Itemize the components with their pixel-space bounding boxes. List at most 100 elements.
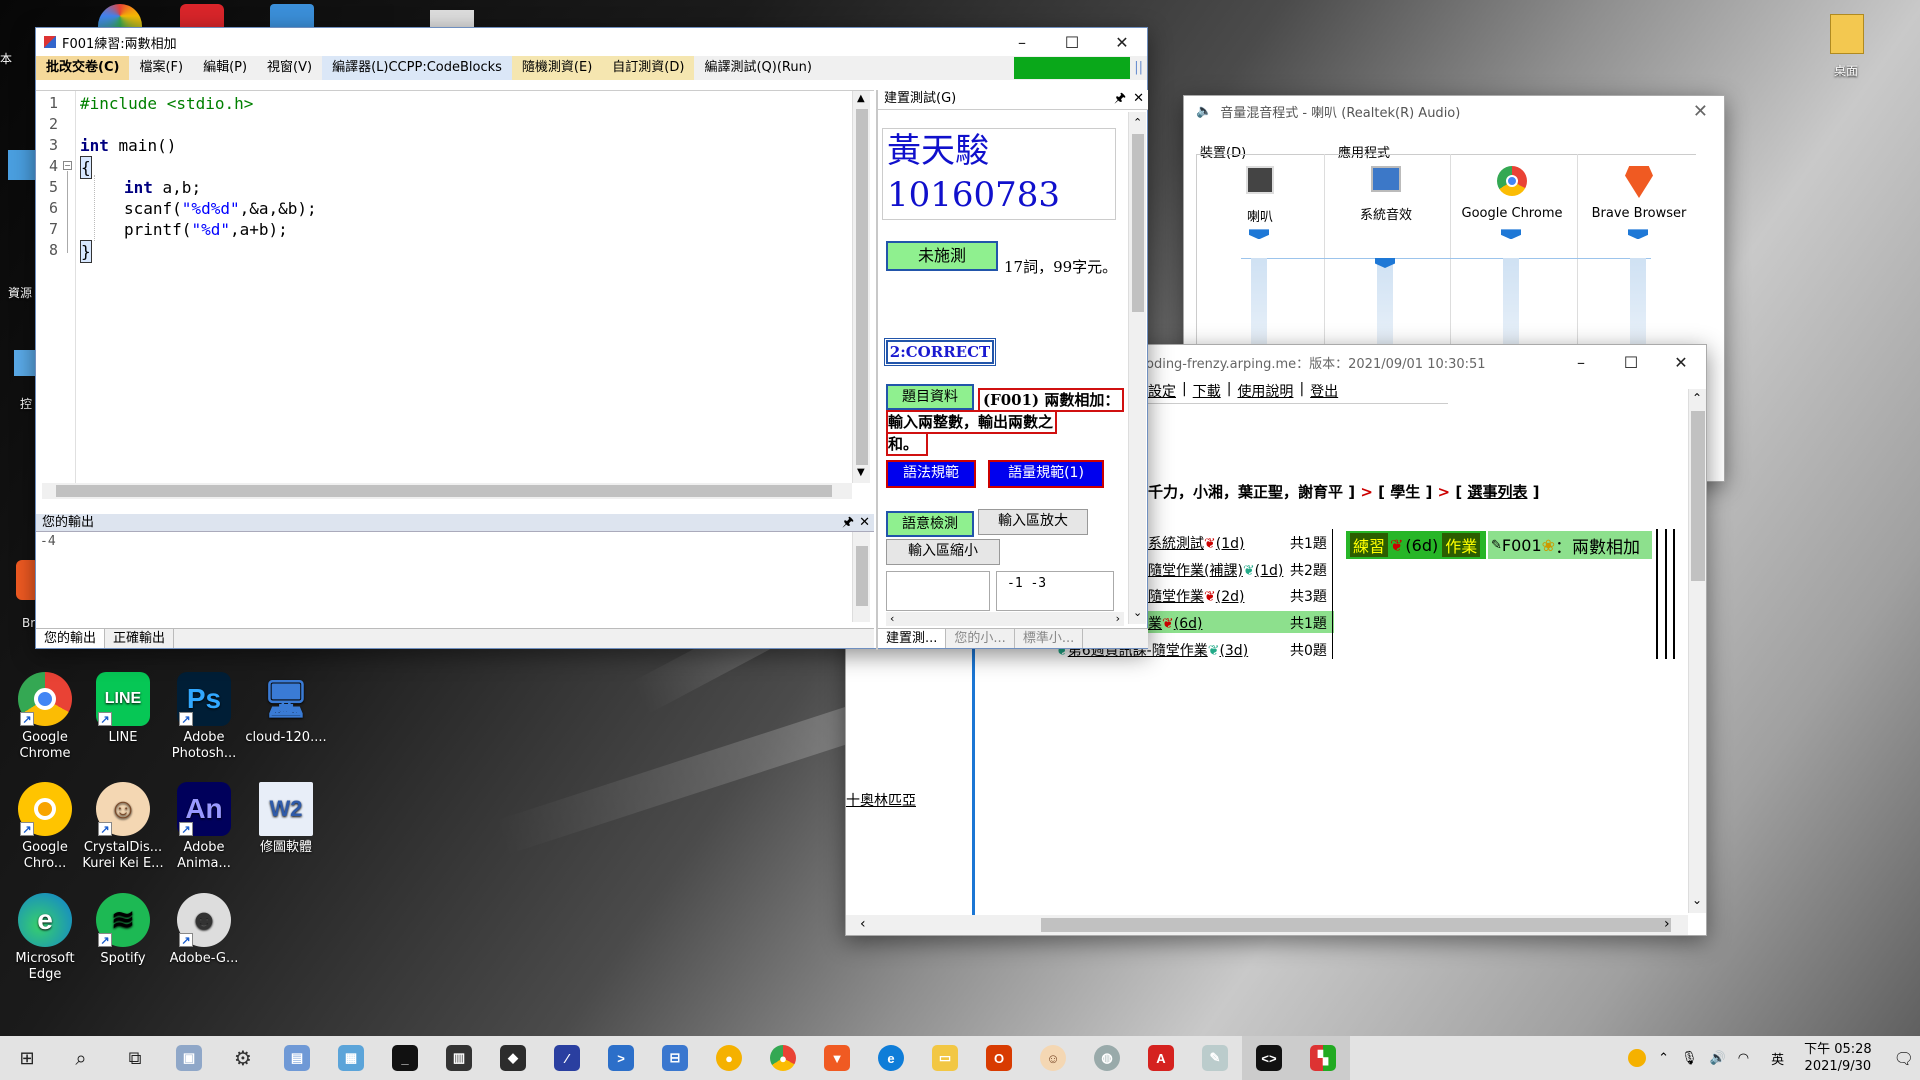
problem-cell[interactable]: ✎ F001 ❀ ：兩數相加	[1488, 531, 1652, 559]
folder-icon[interactable]	[1830, 14, 1864, 54]
fold-icon[interactable]: −	[63, 161, 72, 170]
course-row[interactable]: 隨堂作業(補課)❦(1d)	[1148, 560, 1283, 580]
volume-slider-track[interactable]	[1503, 258, 1519, 348]
taskbar-app[interactable]: ⊟	[648, 1036, 702, 1080]
taskbar-app[interactable]: ▣	[162, 1036, 216, 1080]
desktop-icon-line[interactable]: LINE ↗ LINE	[78, 672, 168, 746]
taskbar-app[interactable]: ◆	[486, 1036, 540, 1080]
practice-cell[interactable]: 練習 ❦ (6d) 作業	[1346, 531, 1486, 559]
menu-compile-run[interactable]: 編譯測試(Q)(Run)	[694, 56, 821, 80]
code-editor[interactable]: 1 2 3 4 5 6 7 8 − #include <stdio.h> int…	[36, 90, 874, 499]
top-app-icon[interactable]	[270, 4, 314, 28]
top-app-icon[interactable]	[430, 10, 474, 28]
editor-window[interactable]: F001練習:兩數相加 – ☐ ✕ 批改交卷(C) 檔案(F) 編輯(P) 視窗…	[35, 27, 1148, 650]
desktop-icon-photoshop[interactable]: Ps ↗ Adobe Photosh...	[159, 672, 249, 762]
mixer-column-brave[interactable]: Brave Browser	[1579, 166, 1699, 221]
taskbar-app[interactable]: O	[972, 1036, 1026, 1080]
start-button[interactable]: ⊞	[0, 1036, 54, 1080]
semantic-rules-button[interactable]: 語量規範(1)	[988, 460, 1104, 488]
editor-hscroll[interactable]	[42, 483, 852, 499]
desktop-icon-spotify[interactable]: ≋ ↗ Spotify	[78, 893, 168, 967]
taskbar-app[interactable]: e	[864, 1036, 918, 1080]
tab-correct-output[interactable]: 正確輸出	[105, 629, 175, 648]
top-app-icon[interactable]	[98, 4, 142, 28]
course-row[interactable]: 隨堂作業❦(2d)	[1148, 586, 1244, 606]
tab-standard-small[interactable]: 標準小...	[1015, 629, 1084, 648]
taskbar-app[interactable]: ●	[702, 1036, 756, 1080]
horizontal-scrollbar[interactable]: ‹ ›	[846, 915, 1688, 935]
taskbar-app[interactable]: ◍	[1080, 1036, 1134, 1080]
taskbar-app[interactable]: >	[594, 1036, 648, 1080]
close-icon[interactable]: ✕	[1656, 345, 1706, 379]
wifi-icon[interactable]: ◠	[1738, 1051, 1749, 1066]
editor-vscroll[interactable]: ▲ ▼	[852, 91, 870, 483]
input-enlarge-button[interactable]: 輸入區放大	[978, 509, 1088, 535]
taskbar-app[interactable]: A	[1134, 1036, 1188, 1080]
output-area[interactable]: -4	[36, 532, 874, 622]
taskbar-app[interactable]: ⚙	[216, 1036, 270, 1080]
desktop-icon-crystaldisk[interactable]: ☺ ↗ CrystalDis... Kurei Kei E...	[78, 782, 168, 872]
minimize-icon[interactable]: –	[997, 28, 1047, 56]
volume-slider-track[interactable]	[1377, 258, 1393, 348]
nav-link-settings[interactable]: 設定	[1148, 381, 1176, 401]
tray-app-icon[interactable]	[1628, 1049, 1647, 1067]
taskbar-app[interactable]: ●	[756, 1036, 810, 1080]
bottom-link[interactable]: 十奧林匹亞	[846, 790, 916, 810]
mixer-column-chrome[interactable]: Google Chrome	[1452, 166, 1572, 221]
course-row-active[interactable]: 業❦(6d)	[1148, 613, 1202, 633]
desktop-left-label[interactable]: 本	[0, 50, 40, 67]
nav-link-logout[interactable]: 登出	[1310, 381, 1338, 401]
vertical-scrollbar[interactable]: ⌃ ⌄	[1688, 389, 1706, 913]
volume-slider-track[interactable]	[1251, 258, 1267, 348]
menu-compiler[interactable]: 編譯器(L)CCPP:CodeBlocks	[322, 56, 512, 80]
desktop-icon-photo-editor[interactable]: W2 修圖軟體	[241, 782, 331, 856]
desktop-icon-chrome-canary[interactable]: ↗ Google Chro...	[0, 782, 90, 872]
course-row[interactable]: 系統測試❦(1d)	[1148, 533, 1244, 553]
desktop-icon-cloud[interactable]: 🖥 cloud-120....	[241, 672, 331, 746]
syntax-rules-button[interactable]: 語法規範	[886, 460, 976, 488]
close-icon[interactable]: ✕	[1097, 28, 1147, 56]
top-app-icon[interactable]	[180, 4, 224, 28]
nav-link-download[interactable]: 下載	[1193, 381, 1221, 401]
taskbar-app[interactable]: ▼	[810, 1036, 864, 1080]
chevron-up-icon[interactable]: ⌃	[1658, 1051, 1669, 1066]
ime-indicator[interactable]: 英	[1771, 1049, 1784, 1068]
taskbar-app[interactable]: _	[378, 1036, 432, 1080]
menu-edit[interactable]: 編輯(P)	[193, 56, 257, 80]
recycle-icon[interactable]	[8, 150, 38, 180]
pin-icon[interactable]: 🖈	[842, 514, 854, 532]
tab-build-test[interactable]: 建置測...	[878, 629, 947, 648]
search-button[interactable]: ⌕	[54, 1036, 108, 1080]
taskbar-app[interactable]: ⁄	[540, 1036, 594, 1080]
taskbar-app[interactable]: ▤	[270, 1036, 324, 1080]
task-view-button[interactable]: ⧉	[108, 1036, 162, 1080]
taskbar-app[interactable]: ▦	[324, 1036, 378, 1080]
close-icon[interactable]: ✕	[859, 514, 870, 532]
taskbar-app[interactable]: <>	[1242, 1036, 1296, 1080]
side-vscroll[interactable]: ⌃ ⌄	[1128, 112, 1146, 624]
menu-custom-data[interactable]: 自訂測資(D)	[602, 56, 695, 80]
tab-your-small[interactable]: 您的小...	[946, 629, 1015, 648]
close-icon[interactable]: ✕	[1133, 90, 1144, 108]
desktop-icon-animate[interactable]: An ↗ Adobe Anima...	[159, 782, 249, 872]
splitter[interactable]	[972, 645, 975, 915]
mixer-column-system-sounds[interactable]: 系統音效	[1326, 166, 1446, 223]
menu-random-data[interactable]: 隨機測資(E)	[511, 56, 603, 80]
menu-view[interactable]: 視窗(V)	[257, 56, 322, 80]
test-output-box[interactable]	[886, 571, 990, 611]
taskbar-app[interactable]: ☺	[1026, 1036, 1080, 1080]
problem-info-button[interactable]: 題目資料	[886, 384, 974, 410]
input-shrink-button[interactable]: 輸入區縮小	[886, 539, 1000, 565]
taskbar-app[interactable]: ✎	[1188, 1036, 1242, 1080]
side-hscroll[interactable]: ‹ ›	[886, 612, 1124, 626]
grammar-check-button[interactable]: 語意檢測	[886, 511, 974, 537]
maximize-icon[interactable]: ☐	[1047, 28, 1097, 56]
tab-your-output[interactable]: 您的輸出	[36, 629, 106, 648]
taskbar-app[interactable]: ▥	[432, 1036, 486, 1080]
close-icon[interactable]: ✕	[1693, 101, 1708, 122]
test-input-box[interactable]: -1 -3	[996, 571, 1114, 611]
menu-file[interactable]: 檔案(F)	[129, 56, 193, 80]
maximize-icon[interactable]: ☐	[1606, 345, 1656, 379]
speaker-icon[interactable]: 🔊	[1710, 1051, 1726, 1066]
taskbar-app[interactable]: ▚	[1296, 1036, 1350, 1080]
